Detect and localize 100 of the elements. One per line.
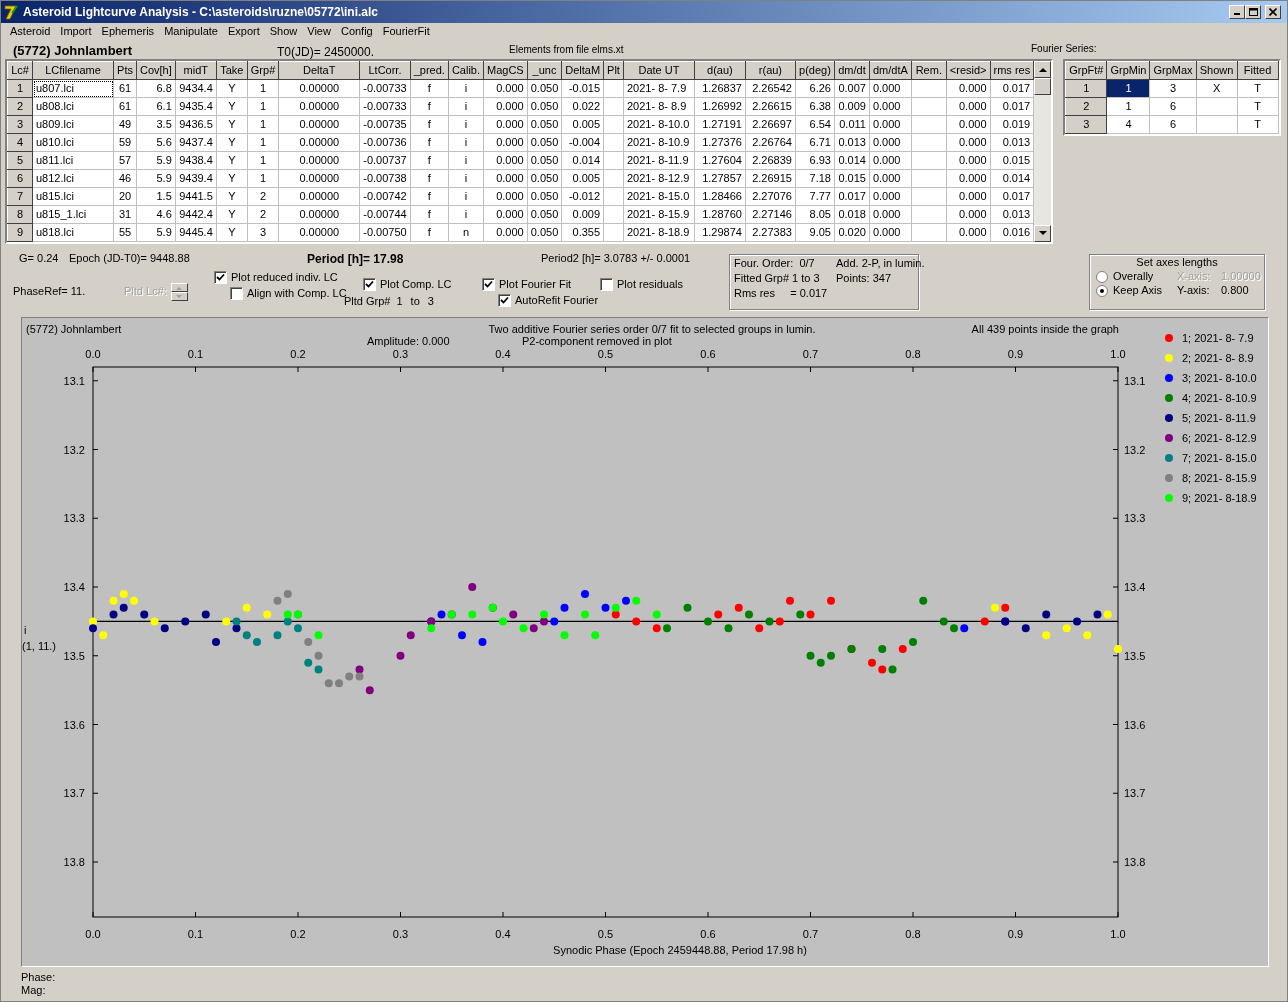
table-cell: 9437.4 xyxy=(175,133,217,152)
table-cell: 0.014 xyxy=(990,169,1034,188)
table-cell: 20 xyxy=(113,187,137,206)
checkbox[interactable] xyxy=(498,294,511,308)
table-cell: 2.27146 xyxy=(745,205,796,224)
data-point xyxy=(878,644,887,653)
menu-item[interactable]: Show xyxy=(264,25,303,39)
column-header[interactable]: Fitted xyxy=(1237,61,1279,80)
data-point xyxy=(365,686,374,695)
radio-button[interactable] xyxy=(1096,270,1108,283)
column-header[interactable]: Plt xyxy=(603,61,624,80)
column-header[interactable]: d(au) xyxy=(694,61,746,80)
menu-item[interactable]: Asteroid xyxy=(5,25,56,39)
column-header[interactable]: Grp# xyxy=(247,61,279,80)
data-point xyxy=(601,603,610,612)
tick-label: 13.7 xyxy=(1124,787,1146,800)
menu-item[interactable]: FourierFit xyxy=(377,25,435,39)
menu-item[interactable]: Ephemeris xyxy=(96,25,160,39)
table-cell: 0.000 xyxy=(869,97,912,116)
table-cell: 0.015 xyxy=(990,151,1034,170)
data-point xyxy=(652,624,661,633)
column-header[interactable]: GrpMax xyxy=(1149,61,1197,80)
axis-note: i xyxy=(24,624,27,636)
minimize-button[interactable] xyxy=(1229,5,1245,19)
column-header[interactable]: p(deg) xyxy=(795,61,835,80)
data-point xyxy=(898,644,907,653)
column-header[interactable]: Calib. xyxy=(448,61,484,80)
scroll-up-button[interactable] xyxy=(1034,61,1052,78)
column-header[interactable]: GrpMin xyxy=(1106,61,1150,80)
table-cell: 0.000 xyxy=(869,205,912,224)
column-header[interactable]: Shown xyxy=(1196,61,1238,80)
tick-label: 0.7 xyxy=(802,928,819,940)
scroll-thumb[interactable] xyxy=(1034,78,1052,95)
column-header[interactable]: Pts xyxy=(113,61,137,80)
table-cell: f xyxy=(410,205,449,224)
column-header[interactable]: Take xyxy=(216,61,248,80)
data-point xyxy=(499,617,507,626)
table-cell: i xyxy=(448,97,484,116)
column-header[interactable]: midT xyxy=(175,61,217,80)
data-point xyxy=(714,610,723,619)
scroll-down-button[interactable] xyxy=(1034,225,1052,242)
data-point xyxy=(806,651,815,660)
column-header[interactable]: GrpFt# xyxy=(1065,61,1107,80)
column-header[interactable]: dm/dt xyxy=(834,61,870,80)
table-cell: 0.009 xyxy=(561,205,604,224)
column-header[interactable]: MagCS xyxy=(483,61,528,80)
menu-item[interactable]: Manipulate xyxy=(159,25,223,39)
checkbox[interactable] xyxy=(214,271,227,285)
data-point xyxy=(816,658,825,667)
close-button[interactable] xyxy=(1265,5,1281,19)
maximize-button[interactable] xyxy=(1245,5,1261,19)
x-axis-label: Synodic Phase (Epoch 2459448.88, Period 17.98 h) xyxy=(553,944,807,956)
column-header[interactable]: Rem. xyxy=(911,61,947,80)
data-point xyxy=(437,610,446,619)
radio-button[interactable] xyxy=(1096,284,1108,297)
column-header[interactable]: DeltaT xyxy=(278,61,360,80)
tick-label: 0.4 xyxy=(495,348,511,360)
menu-item[interactable]: Import xyxy=(55,25,97,39)
table-cell: 1.29874 xyxy=(694,223,746,242)
table-cell: 55 xyxy=(113,223,137,242)
checkbox[interactable] xyxy=(600,278,613,292)
column-header[interactable]: rms res xyxy=(990,61,1034,80)
tick-label: 0.9 xyxy=(1007,928,1024,940)
column-header[interactable]: LtCorr. xyxy=(359,61,411,80)
legend-label: 2; 2021- 8- 8.9 xyxy=(1182,352,1254,364)
data-point xyxy=(652,610,661,619)
table-cell: -0.00735 xyxy=(359,115,411,134)
data-point xyxy=(991,603,999,612)
table-cell: 0.000 xyxy=(869,169,912,188)
window-title: Asteroid Lightcurve Analysis - C:\asteroids\ruzne\05772\ini.alc xyxy=(23,4,379,20)
menu-item[interactable]: View xyxy=(302,25,336,39)
table-cell: 0.000 xyxy=(483,187,528,206)
column-header[interactable]: Date UT xyxy=(623,61,695,80)
scrollbar[interactable] xyxy=(1034,61,1052,242)
checkbox-label: Plot reduced indiv. LC xyxy=(231,271,338,285)
checkbox[interactable] xyxy=(482,278,495,292)
data-point xyxy=(345,672,354,681)
table-cell: 1.28760 xyxy=(694,205,746,224)
column-header[interactable]: LCfilename xyxy=(32,61,114,80)
data-point xyxy=(591,631,600,640)
table-cell: 0.00000 xyxy=(278,115,360,134)
column-header[interactable]: DeltaM xyxy=(561,61,604,80)
table-cell: 2021- 8-11.9 xyxy=(623,151,695,170)
column-header[interactable]: Lc# xyxy=(7,61,33,80)
checkbox[interactable] xyxy=(363,278,376,292)
axis-label: Y-axis: xyxy=(1177,284,1211,298)
column-header[interactable]: _pred. xyxy=(410,61,449,80)
column-header[interactable]: <resid> xyxy=(946,61,990,80)
data-point xyxy=(212,638,220,646)
column-header[interactable]: _unc xyxy=(527,61,562,80)
menu-item[interactable]: Config xyxy=(335,25,378,39)
checkbox-label: Plot Fourier Fit xyxy=(499,278,572,292)
radio-label: Keep Axis xyxy=(1113,284,1163,298)
data-point xyxy=(468,610,477,619)
column-header[interactable]: r(au) xyxy=(745,61,796,80)
tick-label: 0.8 xyxy=(905,928,921,940)
menu-item[interactable]: Export xyxy=(222,25,265,39)
column-header[interactable]: Cov[h] xyxy=(136,61,176,80)
column-header[interactable]: dm/dtA xyxy=(869,61,912,80)
checkbox[interactable] xyxy=(230,287,243,301)
